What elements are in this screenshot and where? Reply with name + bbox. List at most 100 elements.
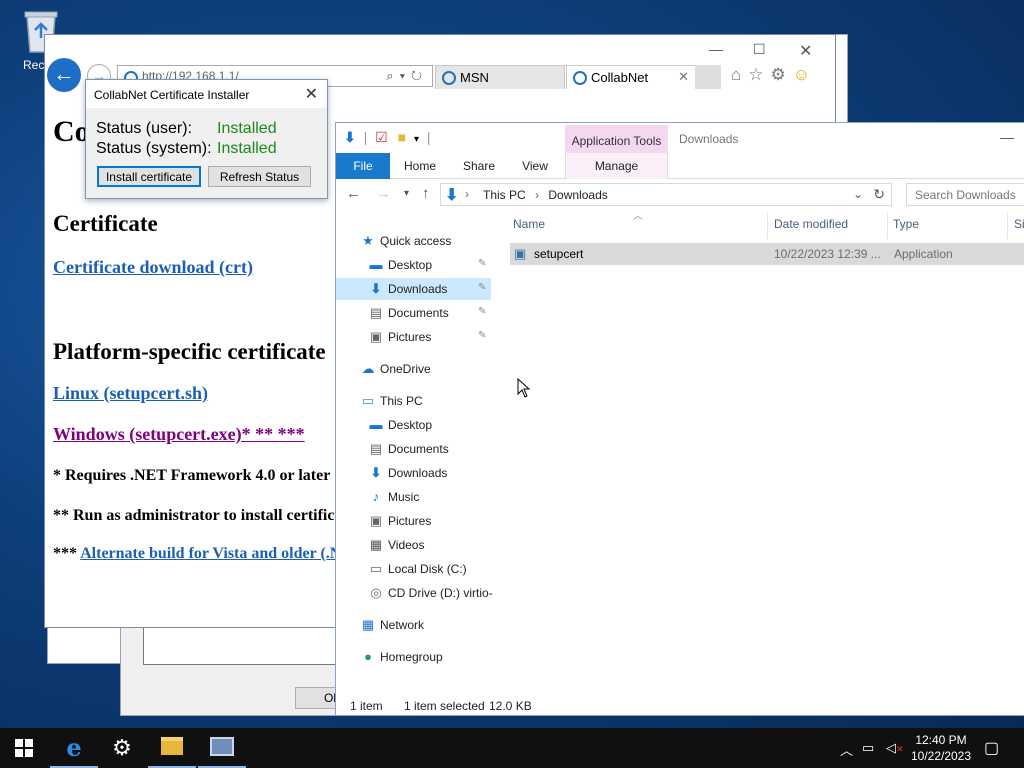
maximize-icon[interactable]: ☐ bbox=[753, 41, 766, 58]
nav-pc-downloads[interactable]: ⬇ Downloads bbox=[336, 462, 491, 484]
address-tools-icon[interactable]: ⌕▾↻ bbox=[386, 68, 428, 84]
nav-pc-videos[interactable]: ▦ Videos bbox=[336, 534, 491, 556]
tab-file[interactable]: File bbox=[336, 153, 390, 179]
breadcrumb-this-pc[interactable]: This PC bbox=[483, 188, 526, 202]
refresh-icon[interactable]: ↻ bbox=[873, 186, 885, 203]
nav-pc-pictures[interactable]: ▣ Pictures bbox=[336, 510, 491, 532]
search-input[interactable]: Search Downloads bbox=[906, 183, 1024, 206]
nav-pc-documents[interactable]: ▤ Documents bbox=[336, 438, 491, 460]
up-arrow-icon[interactable]: ↑ bbox=[422, 185, 430, 202]
nav-qa-desktop[interactable]: ▬ Desktop ✎ bbox=[336, 254, 491, 276]
nav-this-pc[interactable]: ▭ This PC bbox=[336, 390, 491, 412]
column-separator[interactable] bbox=[767, 213, 768, 239]
tab-collabnet[interactable]: CollabNet ✕ bbox=[566, 65, 696, 89]
gear-icon[interactable]: ⚙ bbox=[771, 65, 793, 84]
taskbar-installer-app[interactable] bbox=[198, 728, 246, 768]
column-name[interactable]: Name bbox=[513, 217, 545, 231]
status-system-value: Installed bbox=[217, 140, 277, 157]
favorites-star-icon[interactable]: ☆ bbox=[748, 65, 770, 84]
minimize-icon[interactable]: — bbox=[1000, 129, 1014, 145]
nav-pc-music[interactable]: ♪ Music bbox=[336, 486, 491, 508]
gear-icon: ⚙ bbox=[112, 735, 132, 760]
alternate-build-link[interactable]: Alternate build for Vista and older (.N bbox=[80, 545, 341, 562]
nav-quick-access[interactable]: ★ Quick access bbox=[336, 230, 491, 252]
pin-icon[interactable]: ✎ bbox=[478, 306, 486, 317]
breadcrumb-downloads[interactable]: Downloads bbox=[548, 188, 607, 202]
chevron-up-icon[interactable]: ︿ bbox=[840, 740, 853, 759]
selection-status: 1 item selected bbox=[404, 699, 485, 713]
start-button[interactable] bbox=[0, 728, 48, 768]
chevron-down-icon[interactable]: ▾ bbox=[414, 134, 419, 145]
network-tray-icon[interactable]: ▭ bbox=[862, 740, 874, 756]
pin-icon[interactable]: ✎ bbox=[478, 330, 486, 341]
tab-home[interactable]: Home bbox=[400, 153, 440, 179]
path-chevron-icon[interactable]: › bbox=[465, 187, 469, 201]
refresh-status-button[interactable]: Refresh Status bbox=[208, 166, 311, 187]
down-arrow-icon[interactable]: ⬇ bbox=[344, 129, 356, 145]
note-alternate: *** Alternate build for Vista and older … bbox=[53, 545, 342, 562]
column-separator[interactable] bbox=[887, 213, 888, 239]
column-type[interactable]: Type bbox=[893, 217, 919, 231]
column-date-modified[interactable]: Date modified bbox=[774, 217, 848, 231]
taskbar-settings[interactable]: ⚙ bbox=[98, 728, 146, 768]
tab-manage[interactable]: Manage bbox=[565, 153, 668, 179]
forward-arrow-icon[interactable]: → bbox=[376, 185, 391, 202]
nav-qa-pictures[interactable]: ▣ Pictures ✎ bbox=[336, 326, 491, 348]
nav-qa-documents[interactable]: ▤ Documents ✎ bbox=[336, 302, 491, 324]
back-arrow-icon[interactable]: ← bbox=[346, 185, 361, 202]
properties-icon[interactable]: ☑ bbox=[375, 129, 388, 145]
close-icon[interactable]: ✕ bbox=[799, 41, 812, 61]
item-count: 1 item bbox=[350, 699, 383, 713]
notifications-icon[interactable]: ▢ bbox=[984, 738, 999, 758]
certificate-download-link[interactable]: Certificate download (crt) bbox=[53, 257, 253, 278]
linux-link[interactable]: Linux (setupcert.sh) bbox=[53, 383, 208, 404]
nav-pc-cd-drive[interactable]: ◎ CD Drive (D:) virtio- bbox=[336, 582, 492, 604]
videos-icon: ▦ bbox=[369, 537, 383, 552]
taskbar: e ⚙ ︿ ▭ ◁✕ 12:40 PM 10/22/2023 ▢ bbox=[0, 728, 1024, 768]
chevron-down-icon[interactable]: ⌄ bbox=[853, 187, 863, 201]
tab-msn[interactable]: MSN bbox=[435, 65, 565, 89]
tab-share[interactable]: Share bbox=[458, 153, 500, 179]
pin-icon[interactable]: ✎ bbox=[478, 258, 486, 269]
system-clock[interactable]: 12:40 PM 10/22/2023 bbox=[910, 732, 972, 764]
file-type: Application bbox=[894, 247, 953, 261]
folder-icon[interactable]: ■ bbox=[398, 129, 406, 145]
folder-icon bbox=[161, 737, 183, 755]
volume-muted-icon[interactable]: ◁✕ bbox=[886, 740, 904, 756]
tab-close-icon[interactable]: ✕ bbox=[678, 69, 689, 85]
explorer-titlebar: ⬇ | ☑ ■ ▾ | Application Tools Downloads … bbox=[336, 123, 1024, 153]
ribbon-tabs: File Home Share View Manage bbox=[336, 153, 1024, 179]
windows-link[interactable]: Windows (setupcert.exe)* ** *** bbox=[53, 424, 305, 445]
minimize-icon[interactable]: — bbox=[709, 41, 723, 57]
status-system-label: Status (system): bbox=[96, 140, 212, 157]
smiley-icon[interactable]: ☺ bbox=[793, 65, 817, 84]
nav-qa-downloads[interactable]: ⬇ Downloads ✎ bbox=[336, 278, 491, 300]
tab-view[interactable]: View bbox=[516, 153, 554, 179]
column-separator[interactable] bbox=[1007, 213, 1008, 239]
internet-explorer-icon: e bbox=[66, 733, 82, 762]
address-path[interactable]: ⬇ › This PC › Downloads ⌄ ↻ bbox=[440, 183, 892, 206]
home-icon[interactable]: ⌂ bbox=[731, 65, 748, 84]
column-size[interactable]: Siz bbox=[1014, 217, 1024, 231]
table-row[interactable]: ▣ setupcert 10/22/2023 12:39 ... Applica… bbox=[510, 243, 1024, 265]
back-arrow-icon[interactable]: ← bbox=[47, 58, 81, 92]
nav-pc-local-disk[interactable]: ▭ Local Disk (C:) bbox=[336, 558, 491, 580]
taskbar-file-explorer[interactable] bbox=[148, 728, 196, 768]
close-icon[interactable]: ✕ bbox=[305, 84, 318, 104]
nav-network[interactable]: ▦ Network bbox=[336, 614, 491, 636]
status-user-value: Installed bbox=[217, 120, 277, 137]
recent-locations-chevron-icon[interactable]: ▾ bbox=[404, 188, 409, 199]
nav-onedrive[interactable]: ☁ OneDrive bbox=[336, 358, 491, 380]
clock-time: 12:40 PM bbox=[915, 733, 967, 747]
network-icon: ▦ bbox=[361, 617, 375, 632]
note-dotnet: * Requires .NET Framework 4.0 or later bbox=[53, 467, 331, 484]
taskbar-internet-explorer[interactable]: e bbox=[50, 728, 98, 768]
pin-icon[interactable]: ✎ bbox=[478, 282, 486, 293]
status-user-label: Status (user): bbox=[96, 120, 193, 137]
install-certificate-button[interactable]: Install certificate bbox=[97, 166, 201, 187]
desktop-icon: ▬ bbox=[369, 417, 383, 432]
nav-homegroup[interactable]: ● Homegroup bbox=[336, 646, 491, 668]
star-icon: ★ bbox=[362, 233, 374, 248]
new-tab-button[interactable] bbox=[695, 65, 721, 89]
nav-pc-desktop[interactable]: ▬ Desktop bbox=[336, 414, 491, 436]
